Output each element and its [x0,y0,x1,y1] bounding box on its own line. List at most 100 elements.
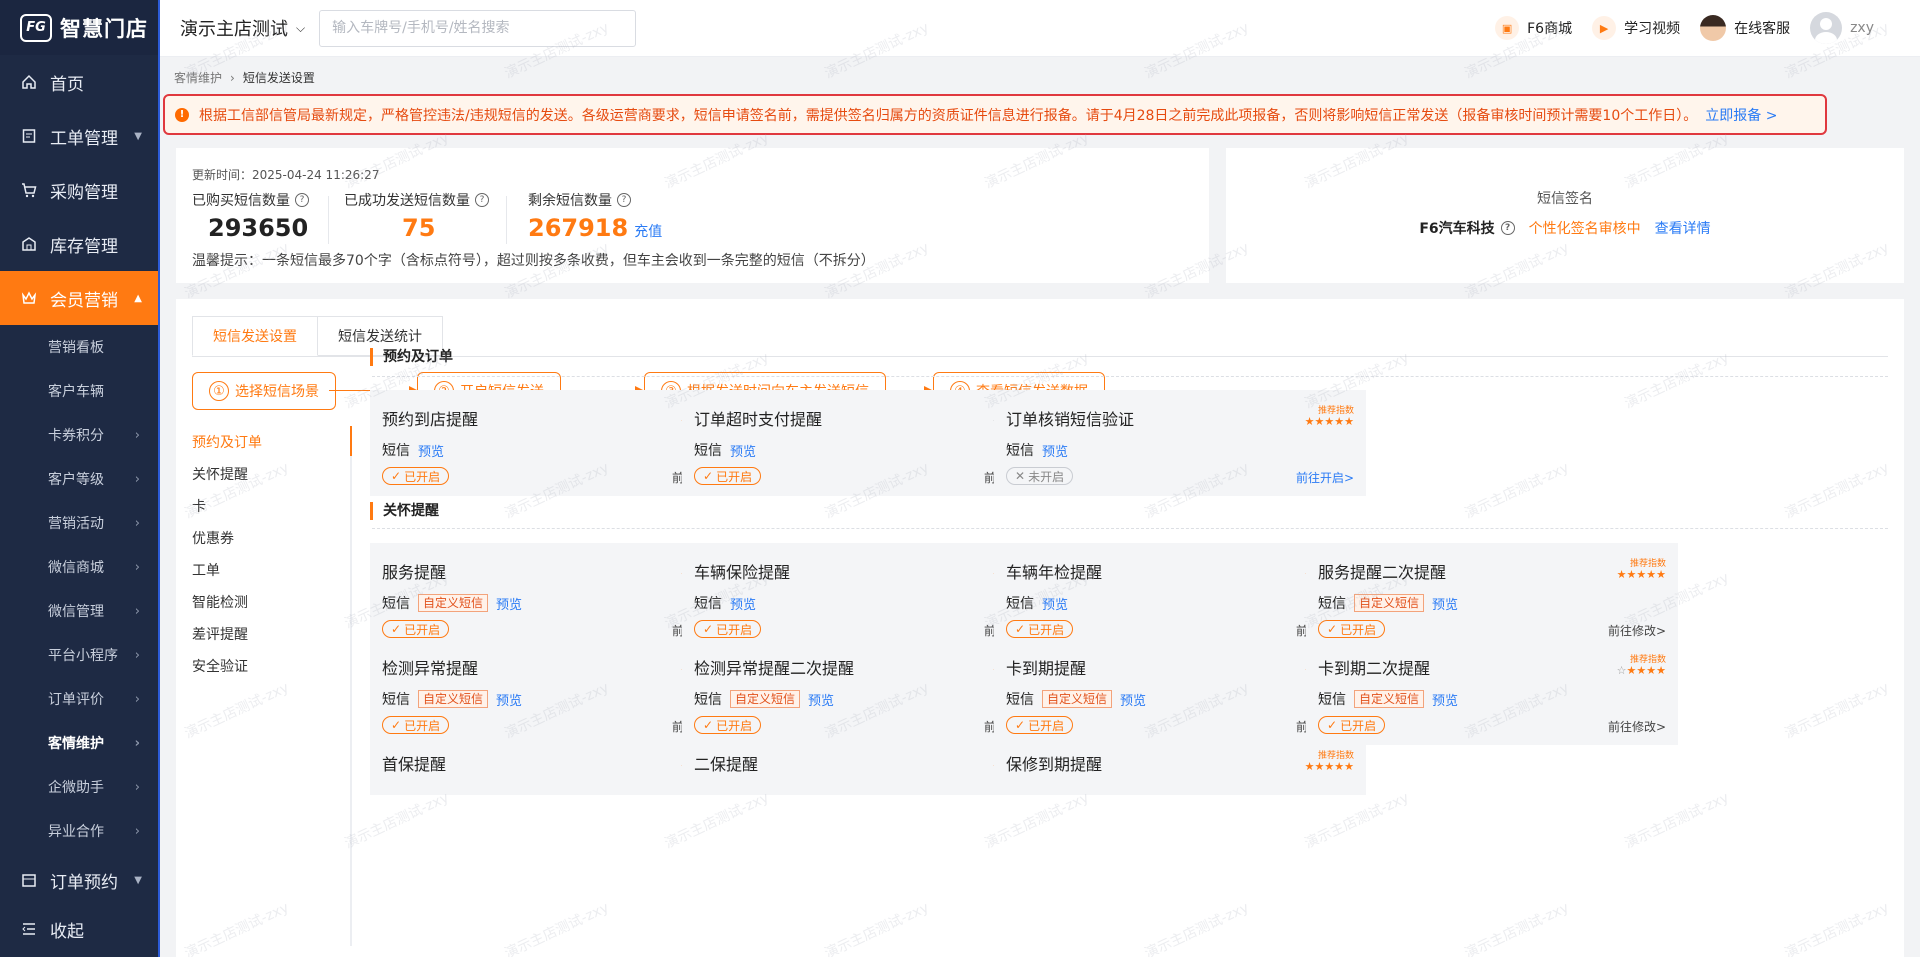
scene-title: 卡到期提醒 [1006,659,1087,678]
check-icon: ✓ [1327,718,1338,732]
status-enabled-badge: ✓ 已开启 [1006,620,1074,638]
help-icon[interactable]: ? [1500,221,1515,235]
status-text: 已开启 [404,469,441,484]
video-link[interactable]: ▶ 学习视频 [1592,16,1680,40]
help-icon[interactable]: ? [617,193,631,207]
status-text: 已开启 [716,718,753,733]
category-item[interactable]: 卡 [192,490,352,522]
scene-channel-row: 短信 自定义短信 预览 [382,593,522,613]
tab-sms-settings[interactable]: 短信发送设置 [192,316,318,356]
preview-link[interactable]: 预览 [1432,594,1458,613]
sidebar-item-order-booking[interactable]: 订单预约 ▼ [0,853,158,907]
channel-label: 短信 [1006,596,1034,612]
star-icon: ★ [1324,760,1335,773]
sidebar-subitem[interactable]: 微信管理 › [0,589,158,633]
star-icon: ★ [1344,415,1354,428]
store-selector[interactable]: 演示主店测试 ⌵ [180,15,305,41]
enable-link[interactable]: 前往开启> [1296,469,1354,486]
sidebar: FG 智慧门店 首页 工单管理 ▼ 采购管理 库存管理 会员营销 ▲ 营销看板客… [0,0,160,957]
sidebar-subitem[interactable]: 客户车辆 [0,369,158,413]
preview-link[interactable]: 预览 [1042,594,1068,613]
view-details-link[interactable]: 查看详情 [1655,218,1711,238]
category-item[interactable]: 安全验证 [192,650,352,682]
sidebar-subitem[interactable]: 卡券积分 › [0,413,158,457]
sidebar-collapse-button[interactable]: 收起 [0,907,158,951]
category-item[interactable]: 工单 [192,554,352,586]
sidebar-item-work-order[interactable]: 工单管理 ▼ [0,109,158,163]
scene-card[interactable]: 服务提醒二次提醒 推荐指数 ★★★★★ 短信 自定义短信 预览 ✓ 已开启 前往修改> [1306,543,1678,649]
scene-card[interactable]: 订单核销短信验证 推荐指数 ★★★★★ 短信 预览 ✕ 未开启 前往开启> [994,390,1366,496]
scene-card[interactable]: 卡到期二次提醒 推荐指数 ☆★★★★ 短信 自定义短信 预览 ✓ 已开启 前往修改> [1306,639,1678,745]
user-menu[interactable]: zxy [1810,12,1874,44]
custom-sms-tag: 自定义短信 [1354,690,1425,708]
category-item[interactable]: 智能检测 [192,586,352,618]
sidebar-subitem[interactable]: 营销看板 [0,325,158,369]
calendar-icon [20,871,38,889]
channel-label: 短信 [1006,692,1034,708]
online-service-link[interactable]: 在线客服 [1700,15,1790,41]
brand-logo[interactable]: FG 智慧门店 [0,0,158,55]
search-input[interactable] [319,9,637,47]
step-label: 选择短信场景 [235,384,319,400]
breadcrumb-current: 短信发送设置 [242,71,315,85]
header-actions: ▣ F6商城 ▶ 学习视频 在线客服 zxy [1495,12,1920,44]
edit-link[interactable]: 前往修改> [1608,622,1666,639]
preview-link[interactable]: 预览 [496,594,522,613]
help-icon[interactable]: ? [295,193,309,207]
warehouse-icon [20,235,38,253]
preview-link[interactable]: 预览 [808,690,834,709]
scene-card[interactable]: 保修到期提醒 推荐指数 ★★★★★ [994,735,1366,795]
sidebar-subitem[interactable]: 企微助手 › [0,765,158,809]
check-icon: ✓ [1015,622,1026,636]
category-item[interactable]: 优惠券 [192,522,352,554]
sidebar-subitem[interactable]: 客情维护 › [0,721,158,765]
category-item[interactable]: 预约及订单 [192,426,352,458]
check-icon: ✓ [391,718,402,732]
report-now-link[interactable]: 立即报备 > [1705,105,1777,125]
sidebar-item-inventory[interactable]: 库存管理 [0,217,158,271]
sidebar-subitem[interactable]: 客户等级 › [0,457,158,501]
preview-link[interactable]: 预览 [418,441,444,460]
check-icon: ✓ [703,622,714,636]
preview-link[interactable]: 预览 [1432,690,1458,709]
sidebar-item-member-marketing[interactable]: 会员营销 ▲ [0,271,158,325]
help-icon[interactable]: ? [475,193,489,207]
edit-link[interactable]: 前往修改> [1608,718,1666,735]
star-icon: ★ [1334,760,1345,773]
logo-icon: FG [20,13,52,42]
preview-link[interactable]: 预览 [496,690,522,709]
sidebar-subitem[interactable]: 订单评价 › [0,677,158,721]
service-label: 在线客服 [1734,21,1791,37]
crown-icon [20,289,38,307]
divider [506,196,507,244]
chevron-right-icon: › [230,70,235,85]
sidebar-item-home[interactable]: 首页 [0,55,158,109]
category-item[interactable]: 关怀提醒 [192,458,352,490]
sidebar-subitem-label: 微信管理 [48,604,104,620]
status-enabled-badge: ✓ 已开启 [382,467,450,485]
sidebar-subitem-label: 客情维护 [48,736,104,752]
status-enabled-badge: ✓ 已开启 [694,716,762,734]
category-item[interactable]: 差评提醒 [192,618,352,650]
status-text: 已开启 [716,622,753,637]
star-icon: ★ [1626,568,1637,581]
sidebar-subitem[interactable]: 微信商城 › [0,545,158,589]
status-enabled-badge: ✓ 已开启 [1006,716,1074,734]
preview-link[interactable]: 预览 [1120,690,1146,709]
sidebar-subitem[interactable]: 异业合作 › [0,809,158,853]
star-icon: ★ [1656,664,1666,677]
chevron-down-icon: ▼ [134,874,142,886]
breadcrumb-parent[interactable]: 客情维护 [174,69,222,86]
mall-link[interactable]: ▣ F6商城 [1495,16,1572,40]
scene-title: 保修到期提醒 [1006,755,1103,774]
preview-link[interactable]: 预览 [730,441,756,460]
sidebar-subitem[interactable]: 营销活动 › [0,501,158,545]
sidebar-subitem[interactable]: 平台小程序 › [0,633,158,677]
status-text: 已开启 [1340,718,1377,733]
star-icon: ★ [1324,415,1335,428]
preview-link[interactable]: 预览 [730,594,756,613]
sidebar-item-purchase[interactable]: 采购管理 [0,163,158,217]
chevron-right-icon: › [134,691,140,707]
preview-link[interactable]: 预览 [1042,441,1068,460]
recharge-link[interactable]: 充值 [634,221,662,241]
